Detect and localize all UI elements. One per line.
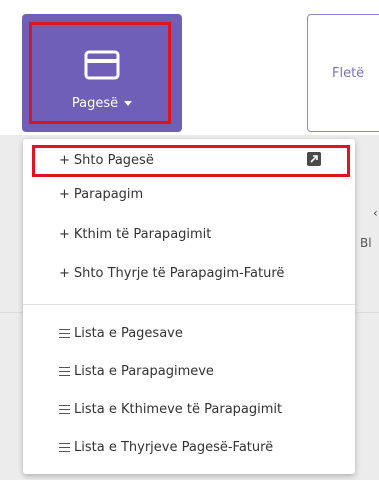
menu-item-add-prepayment-invoice-split[interactable]: + Shto Thyrje të Parapagim-Faturë	[23, 260, 355, 288]
menu-item-label: Lista e Kthimeve të Parapagimit	[74, 402, 283, 417]
menu-item-label: Lista e Parapagimeve	[74, 364, 214, 379]
list-icon	[59, 405, 70, 414]
menu-item-prepayment[interactable]: + Parapagim	[23, 181, 355, 209]
invoice-button[interactable]: Fletë	[307, 14, 379, 132]
credit-card-icon	[84, 50, 120, 80]
chevron-left-icon: ‹	[373, 206, 378, 220]
payments-dropdown-menu: + Shto Pagesë + Parapagim + Kthim të Parapa…	[23, 139, 355, 474]
menu-item-prepayments-list[interactable]: Lista e Parapagimeve	[23, 358, 355, 386]
menu-item-label: Parapagim	[73, 187, 144, 202]
menu-item-prepayment-returns-list[interactable]: Lista e Kthimeve të Parapagimit	[23, 396, 355, 424]
menu-item-label: Lista e Pagesave	[74, 326, 183, 341]
invoice-label: Fletë	[332, 66, 365, 81]
menu-divider	[23, 304, 355, 305]
highlight-box	[32, 145, 350, 177]
list-icon	[59, 443, 70, 452]
menu-item-payments-list[interactable]: Lista e Pagesave	[23, 320, 355, 348]
plus-prefix: +	[59, 187, 70, 202]
menu-item-payment-invoice-splits-list[interactable]: Lista e Thyrjeve Pagesë-Faturë	[23, 434, 355, 462]
list-icon	[59, 367, 70, 376]
caret-down-icon	[124, 101, 133, 106]
menu-item-label: Kthim të Parapagimit	[73, 227, 212, 242]
menu-item-prepayment-return[interactable]: + Kthim të Parapagimit	[23, 221, 355, 249]
plus-prefix: +	[59, 266, 70, 281]
payments-label: Pagesë	[22, 96, 182, 111]
external-link-icon[interactable]	[307, 152, 321, 166]
list-icon	[59, 329, 70, 338]
menu-item-label: Shto Thyrje të Parapagim-Faturë	[73, 266, 285, 281]
menu-item-label: Lista e Thyrjeve Pagesë-Faturë	[74, 440, 274, 455]
partial-button-label: Bl	[360, 236, 372, 250]
payments-dropdown-button[interactable]: Pagesë	[22, 14, 182, 132]
plus-prefix: +	[59, 227, 70, 242]
